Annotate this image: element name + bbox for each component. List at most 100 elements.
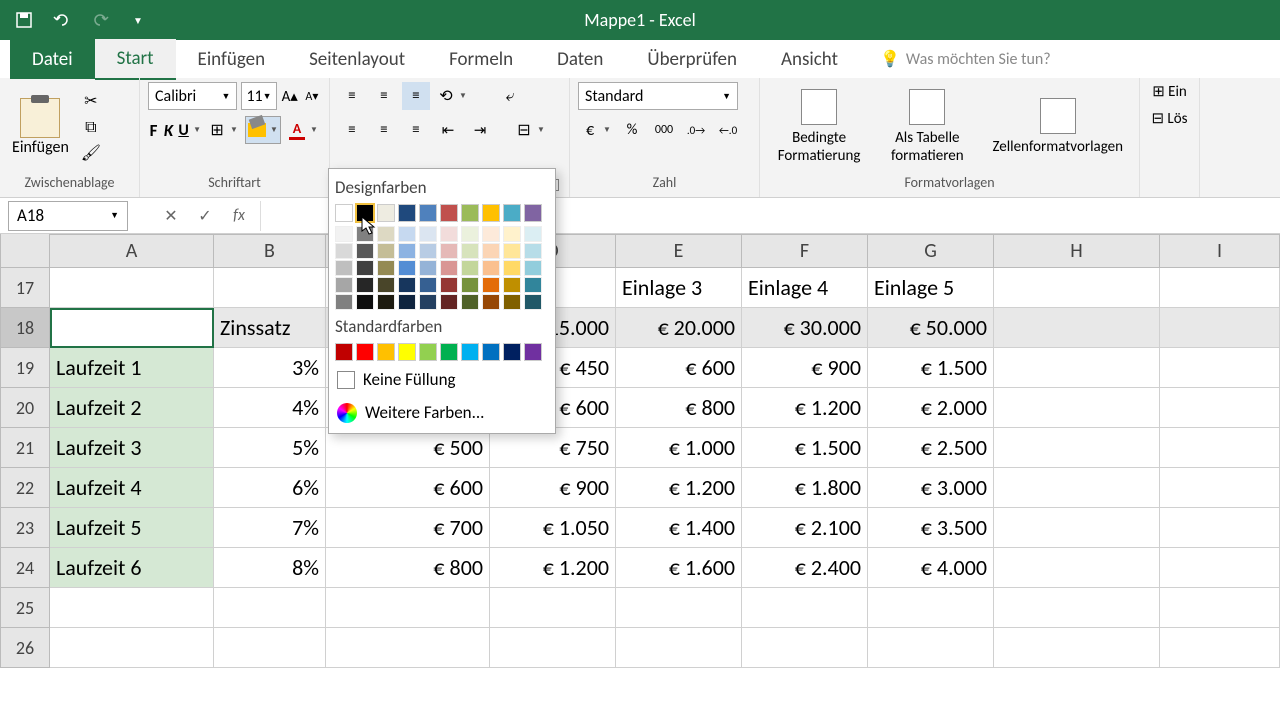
cell-D25[interactable]: [490, 588, 616, 628]
cell-I22[interactable]: [1160, 468, 1280, 508]
row-header-20[interactable]: 20: [0, 388, 50, 428]
cell-G17[interactable]: Einlage 5: [868, 268, 994, 308]
cell-H25[interactable]: [994, 588, 1160, 628]
bold-button[interactable]: F: [148, 116, 159, 144]
cell-D24[interactable]: € 1.200: [490, 548, 616, 588]
standard-color-swatch[interactable]: [440, 343, 458, 361]
tab-review[interactable]: Überprüfen: [625, 40, 759, 79]
theme-shade-swatch[interactable]: [419, 260, 437, 276]
cell-H17[interactable]: [994, 268, 1160, 308]
theme-shade-swatch[interactable]: [419, 226, 437, 242]
align-center-button[interactable]: ≡: [370, 116, 398, 144]
theme-shade-swatch[interactable]: [482, 226, 500, 242]
theme-shade-swatch[interactable]: [461, 294, 479, 310]
cell-B19[interactable]: 3%: [214, 348, 326, 388]
theme-shade-swatch[interactable]: [503, 294, 521, 310]
theme-shade-swatch[interactable]: [377, 226, 395, 242]
more-colors-item[interactable]: Weitere Farben...: [333, 396, 551, 429]
cell-A25[interactable]: [50, 588, 214, 628]
row-header-24[interactable]: 24: [0, 548, 50, 588]
cell-F17[interactable]: Einlage 4: [742, 268, 868, 308]
insert-function-button[interactable]: fx: [226, 203, 252, 229]
standard-color-swatch[interactable]: [461, 343, 479, 361]
theme-color-swatch[interactable]: [377, 204, 395, 222]
tab-home[interactable]: Start: [95, 39, 176, 80]
insert-cells-button[interactable]: ⊞ Ein: [1152, 82, 1187, 101]
cell-B17[interactable]: [214, 268, 326, 308]
theme-shade-swatch[interactable]: [398, 243, 416, 259]
tab-pagelayout[interactable]: Seitenlayout: [287, 40, 427, 79]
cell-B25[interactable]: [214, 588, 326, 628]
theme-shade-swatch[interactable]: [398, 226, 416, 242]
theme-color-swatch[interactable]: [398, 204, 416, 222]
cell-D21[interactable]: € 750: [490, 428, 616, 468]
cell-D22[interactable]: € 900: [490, 468, 616, 508]
cell-I20[interactable]: [1160, 388, 1280, 428]
cell-A22[interactable]: Laufzeit 4: [50, 468, 214, 508]
cell-C24[interactable]: € 800: [326, 548, 490, 588]
cell-H23[interactable]: [994, 508, 1160, 548]
cell-B21[interactable]: 5%: [214, 428, 326, 468]
tab-insert[interactable]: Einfügen: [176, 40, 288, 79]
cell-F20[interactable]: € 1.200: [742, 388, 868, 428]
cell-E22[interactable]: € 1.200: [616, 468, 742, 508]
standard-color-swatch[interactable]: [377, 343, 395, 361]
cell-H24[interactable]: [994, 548, 1160, 588]
standard-color-swatch[interactable]: [524, 343, 542, 361]
cell-E23[interactable]: € 1.400: [616, 508, 742, 548]
cell-E21[interactable]: € 1.000: [616, 428, 742, 468]
theme-shade-swatch[interactable]: [482, 243, 500, 259]
cell-G23[interactable]: € 3.500: [868, 508, 994, 548]
tab-view[interactable]: Ansicht: [759, 40, 860, 79]
theme-shade-swatch[interactable]: [461, 226, 479, 242]
cell-A24[interactable]: Laufzeit 6: [50, 548, 214, 588]
theme-shade-swatch[interactable]: [440, 294, 458, 310]
align-left-button[interactable]: ≡: [338, 116, 366, 144]
theme-color-swatch[interactable]: [461, 204, 479, 222]
theme-color-swatch[interactable]: [503, 204, 521, 222]
align-top-button[interactable]: ≡: [338, 82, 366, 110]
row-header-26[interactable]: 26: [0, 628, 50, 668]
cell-A26[interactable]: [50, 628, 214, 668]
cell-C23[interactable]: € 700: [326, 508, 490, 548]
theme-shade-swatch[interactable]: [335, 260, 353, 276]
theme-shade-swatch[interactable]: [377, 277, 395, 293]
conditional-formatting-button[interactable]: Bedingte Formatierung: [768, 85, 870, 169]
cell-H26[interactable]: [994, 628, 1160, 668]
percent-button[interactable]: %: [618, 116, 646, 144]
col-header-B[interactable]: B: [214, 234, 326, 268]
cell-C22[interactable]: € 600: [326, 468, 490, 508]
tell-me-box[interactable]: 💡 Was möchten Sie tun?: [880, 49, 1051, 69]
italic-button[interactable]: K: [163, 116, 174, 144]
theme-shade-swatch[interactable]: [377, 243, 395, 259]
standard-color-swatch[interactable]: [419, 343, 437, 361]
copy-button[interactable]: ⧉: [79, 115, 103, 139]
format-painter-button[interactable]: 🖌: [79, 141, 103, 165]
redo-button[interactable]: [86, 6, 114, 34]
col-header-G[interactable]: G: [868, 234, 994, 268]
theme-shade-swatch[interactable]: [398, 294, 416, 310]
cell-F23[interactable]: € 2.100: [742, 508, 868, 548]
cell-F21[interactable]: € 1.500: [742, 428, 868, 468]
theme-color-swatch[interactable]: [524, 204, 542, 222]
cell-I25[interactable]: [1160, 588, 1280, 628]
cell-F24[interactable]: € 2.400: [742, 548, 868, 588]
increase-indent-button[interactable]: ⇥: [466, 116, 494, 144]
theme-shade-swatch[interactable]: [356, 277, 374, 293]
cell-F18[interactable]: € 30.000: [742, 308, 868, 348]
font-color-button[interactable]: A▼: [285, 116, 321, 144]
theme-shade-swatch[interactable]: [356, 226, 374, 242]
cell-A18[interactable]: [50, 308, 214, 348]
theme-shade-swatch[interactable]: [440, 243, 458, 259]
cell-B20[interactable]: 4%: [214, 388, 326, 428]
cell-E24[interactable]: € 1.600: [616, 548, 742, 588]
enter-formula-button[interactable]: ✓: [192, 203, 218, 229]
cell-F19[interactable]: € 900: [742, 348, 868, 388]
theme-shade-swatch[interactable]: [503, 277, 521, 293]
theme-shade-swatch[interactable]: [419, 294, 437, 310]
select-all-corner[interactable]: [0, 234, 50, 268]
tab-formulas[interactable]: Formeln: [427, 40, 535, 79]
wrap-text-button[interactable]: ⤶: [498, 82, 522, 110]
theme-shade-swatch[interactable]: [356, 260, 374, 276]
standard-color-swatch[interactable]: [335, 343, 353, 361]
